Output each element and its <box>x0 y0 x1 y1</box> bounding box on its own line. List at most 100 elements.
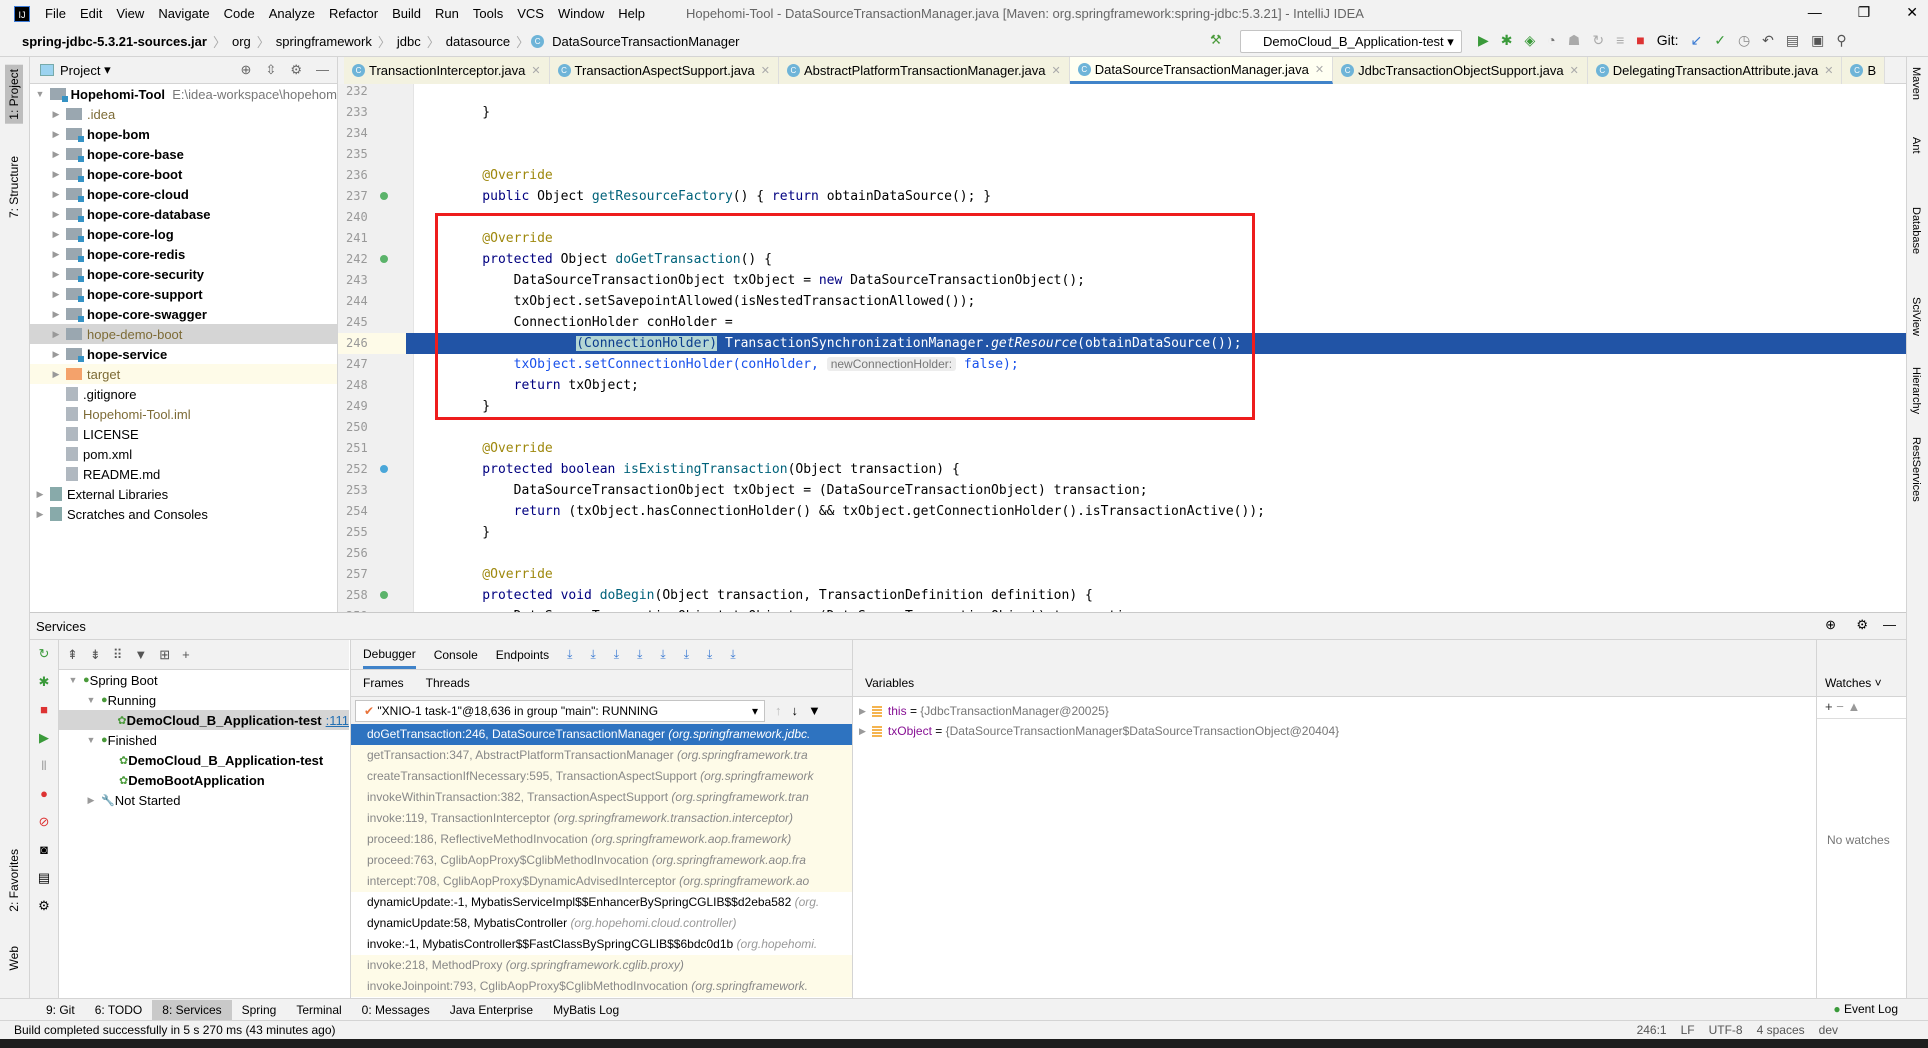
tree-item[interactable]: ▶ hope-core-log <box>30 224 337 244</box>
override-marker-icon[interactable] <box>380 255 388 263</box>
build-hammer-icon[interactable]: ⚒ <box>1210 32 1222 48</box>
breadcrumb-datasource[interactable]: datasource <box>442 34 514 49</box>
tool-tab-project[interactable]: 1: Project <box>5 65 23 124</box>
rerun-icon[interactable]: ≡ <box>1616 32 1624 49</box>
menu-run[interactable]: Run <box>428 6 466 21</box>
tab-debugger[interactable]: Debugger <box>363 640 416 669</box>
run-icon[interactable]: ▶ <box>1478 32 1489 49</box>
collapse-all-icon[interactable]: ⇳ <box>265 62 276 78</box>
pause-icon[interactable]: Ⅱ <box>30 752 58 780</box>
close-tab-icon[interactable]: ✕ <box>1570 64 1579 77</box>
breadcrumb-class[interactable]: DataSourceTransactionManager <box>548 34 743 49</box>
git-update-icon[interactable]: ↙ <box>1690 32 1702 49</box>
service-node[interactable]: ✿ DemoCloud_B_Application-test:111 <box>59 710 349 730</box>
menu-navigate[interactable]: Navigate <box>151 6 216 21</box>
service-node[interactable]: ▶ 🔧 Not Started <box>59 790 349 810</box>
editor-tab[interactable]: C DataSourceTransactionManager.java ✕ <box>1069 57 1334 84</box>
toolwindow--todo[interactable]: 6: TODO <box>85 1000 153 1020</box>
stack-frame[interactable]: dynamicUpdate:58, MybatisController (org… <box>351 913 852 934</box>
editor-tab[interactable]: CB <box>1842 57 1886 84</box>
tab-threads[interactable]: Threads <box>426 676 470 690</box>
stack-frame[interactable]: doGetTransaction:246, DataSourceTransact… <box>351 724 852 745</box>
expand-all-icon[interactable]: ⇞ <box>67 647 78 663</box>
service-node[interactable]: ✿ DemoBootApplication <box>59 770 349 790</box>
caret-position[interactable]: 246:1 <box>1637 1023 1667 1037</box>
menu-build[interactable]: Build <box>385 6 428 21</box>
tool-tab-hierarchy[interactable]: Hierarchy <box>1910 367 1922 414</box>
close-tab-icon[interactable]: ✕ <box>761 64 770 77</box>
toolwindow-java-enterprise[interactable]: Java Enterprise <box>440 1000 543 1020</box>
rerun-icon[interactable]: ↻ <box>30 640 58 668</box>
attach-icon[interactable]: ☗ <box>1568 32 1581 49</box>
profile-icon[interactable]: ◔ <box>1547 32 1555 49</box>
coverage-icon[interactable]: ◈ <box>1525 32 1536 49</box>
tool-tab-structure[interactable]: 7: Structure <box>5 152 23 222</box>
tree-item[interactable]: README.md <box>30 464 337 484</box>
hide-panel-icon[interactable]: — <box>1883 617 1896 632</box>
indent[interactable]: 4 spaces <box>1757 1023 1805 1037</box>
collapse-all-icon[interactable]: ⇟ <box>90 647 101 663</box>
menu-analyze[interactable]: Analyze <box>262 6 322 21</box>
frame-down-icon[interactable]: ↓ <box>792 703 799 718</box>
editor-tab[interactable]: C AbstractPlatformTransactionManager.java… <box>778 57 1070 84</box>
settings-icon[interactable]: ⚙ <box>30 892 58 920</box>
tool-tab-sciview[interactable]: SciView <box>1910 297 1922 336</box>
resume-icon[interactable]: ▶ <box>30 724 58 752</box>
tree-item[interactable]: ▶ hope-service <box>30 344 337 364</box>
maximize-button[interactable]: ❐ <box>1858 4 1871 21</box>
tree-item[interactable]: ▶ hope-core-security <box>30 264 337 284</box>
service-node[interactable]: ▼ ● Finished <box>59 730 349 750</box>
encoding[interactable]: UTF-8 <box>1709 1023 1743 1037</box>
gear-icon[interactable]: ⚙ <box>290 62 302 78</box>
add-service-icon[interactable]: + <box>182 647 190 662</box>
tree-item[interactable]: ▶ hope-core-cloud <box>30 184 337 204</box>
stack-frame[interactable]: createTransactionIfNecessary:595, Transa… <box>351 766 852 787</box>
step-over-icon[interactable]: ⤓ <box>567 647 572 662</box>
hide-icon[interactable]: — <box>316 62 329 78</box>
breadcrumb-springframework[interactable]: springframework <box>272 34 376 49</box>
toolbox-icon[interactable]: ▣ <box>1811 32 1824 49</box>
editor-tab[interactable]: C JdbcTransactionObjectSupport.java ✕ <box>1333 57 1588 84</box>
step-out-icon[interactable]: ⤓ <box>637 647 642 662</box>
toolwindow--git[interactable]: 9: Git <box>36 1000 85 1020</box>
stack-frame[interactable]: getTransaction:347, AbstractPlatformTran… <box>351 745 852 766</box>
tree-item[interactable]: ▶ hope-core-support <box>30 284 337 304</box>
close-window-button[interactable]: ✕ <box>1906 4 1918 21</box>
tree-item[interactable]: ▶ hope-demo-boot <box>30 324 337 344</box>
toolwindow-spring[interactable]: Spring <box>232 1000 287 1020</box>
stop-icon[interactable]: ■ <box>30 696 58 724</box>
update-icon[interactable]: ↻ <box>1592 32 1604 49</box>
git-commit-icon[interactable]: ✓ <box>1714 32 1726 49</box>
drop-frame-icon[interactable]: ⤓ <box>660 647 665 662</box>
toolwindow-terminal[interactable]: Terminal <box>286 1000 351 1020</box>
tree-item[interactable]: pom.xml <box>30 444 337 464</box>
run-configuration-select[interactable]: DemoCloud_B_Application-test ▾ <box>1240 30 1462 53</box>
tree-item[interactable]: ▶ hope-core-base <box>30 144 337 164</box>
override-marker-icon[interactable] <box>380 192 388 200</box>
menu-file[interactable]: File <box>38 6 73 21</box>
event-log-button[interactable]: ● Event Log <box>1833 1002 1898 1016</box>
variable-row[interactable]: ▶ this = {JdbcTransactionManager@20025} <box>853 701 1816 721</box>
step-into-icon[interactable]: ⤓ <box>590 647 595 662</box>
breadcrumb-org[interactable]: org <box>228 34 255 49</box>
tab-endpoints[interactable]: Endpoints <box>496 648 549 662</box>
view-breakpoints-icon[interactable]: ● <box>30 780 58 808</box>
override-marker-icon[interactable] <box>380 591 388 599</box>
tree-item[interactable]: ▶ hope-core-redis <box>30 244 337 264</box>
frame-up-icon[interactable]: ↑ <box>775 703 782 718</box>
stack-frame[interactable]: invokeJoinpoint:793, CglibAopProxy$Cglib… <box>351 976 852 997</box>
close-tab-icon[interactable]: ✕ <box>1315 63 1324 76</box>
remove-watch-icon[interactable]: − <box>1836 699 1844 714</box>
menu-view[interactable]: View <box>109 6 151 21</box>
group-icon[interactable]: ⠿ <box>113 647 123 663</box>
breadcrumb-jdbc[interactable]: jdbc <box>393 34 425 49</box>
tree-item[interactable]: ▶ hope-core-boot <box>30 164 337 184</box>
service-node[interactable]: ▼ ● Running <box>59 690 349 710</box>
tool-tab-database[interactable]: Database <box>1910 207 1922 254</box>
settings-icon[interactable]: ⚙ <box>1856 617 1868 633</box>
tree-item[interactable]: ▶ hope-bom <box>30 124 337 144</box>
add-watch-icon[interactable]: + <box>1825 699 1833 714</box>
tree-item[interactable]: ▶ Scratches and Consoles <box>30 504 337 524</box>
git-history-icon[interactable]: ◷ <box>1738 32 1750 49</box>
tree-item[interactable]: ▶ .idea <box>30 104 337 124</box>
